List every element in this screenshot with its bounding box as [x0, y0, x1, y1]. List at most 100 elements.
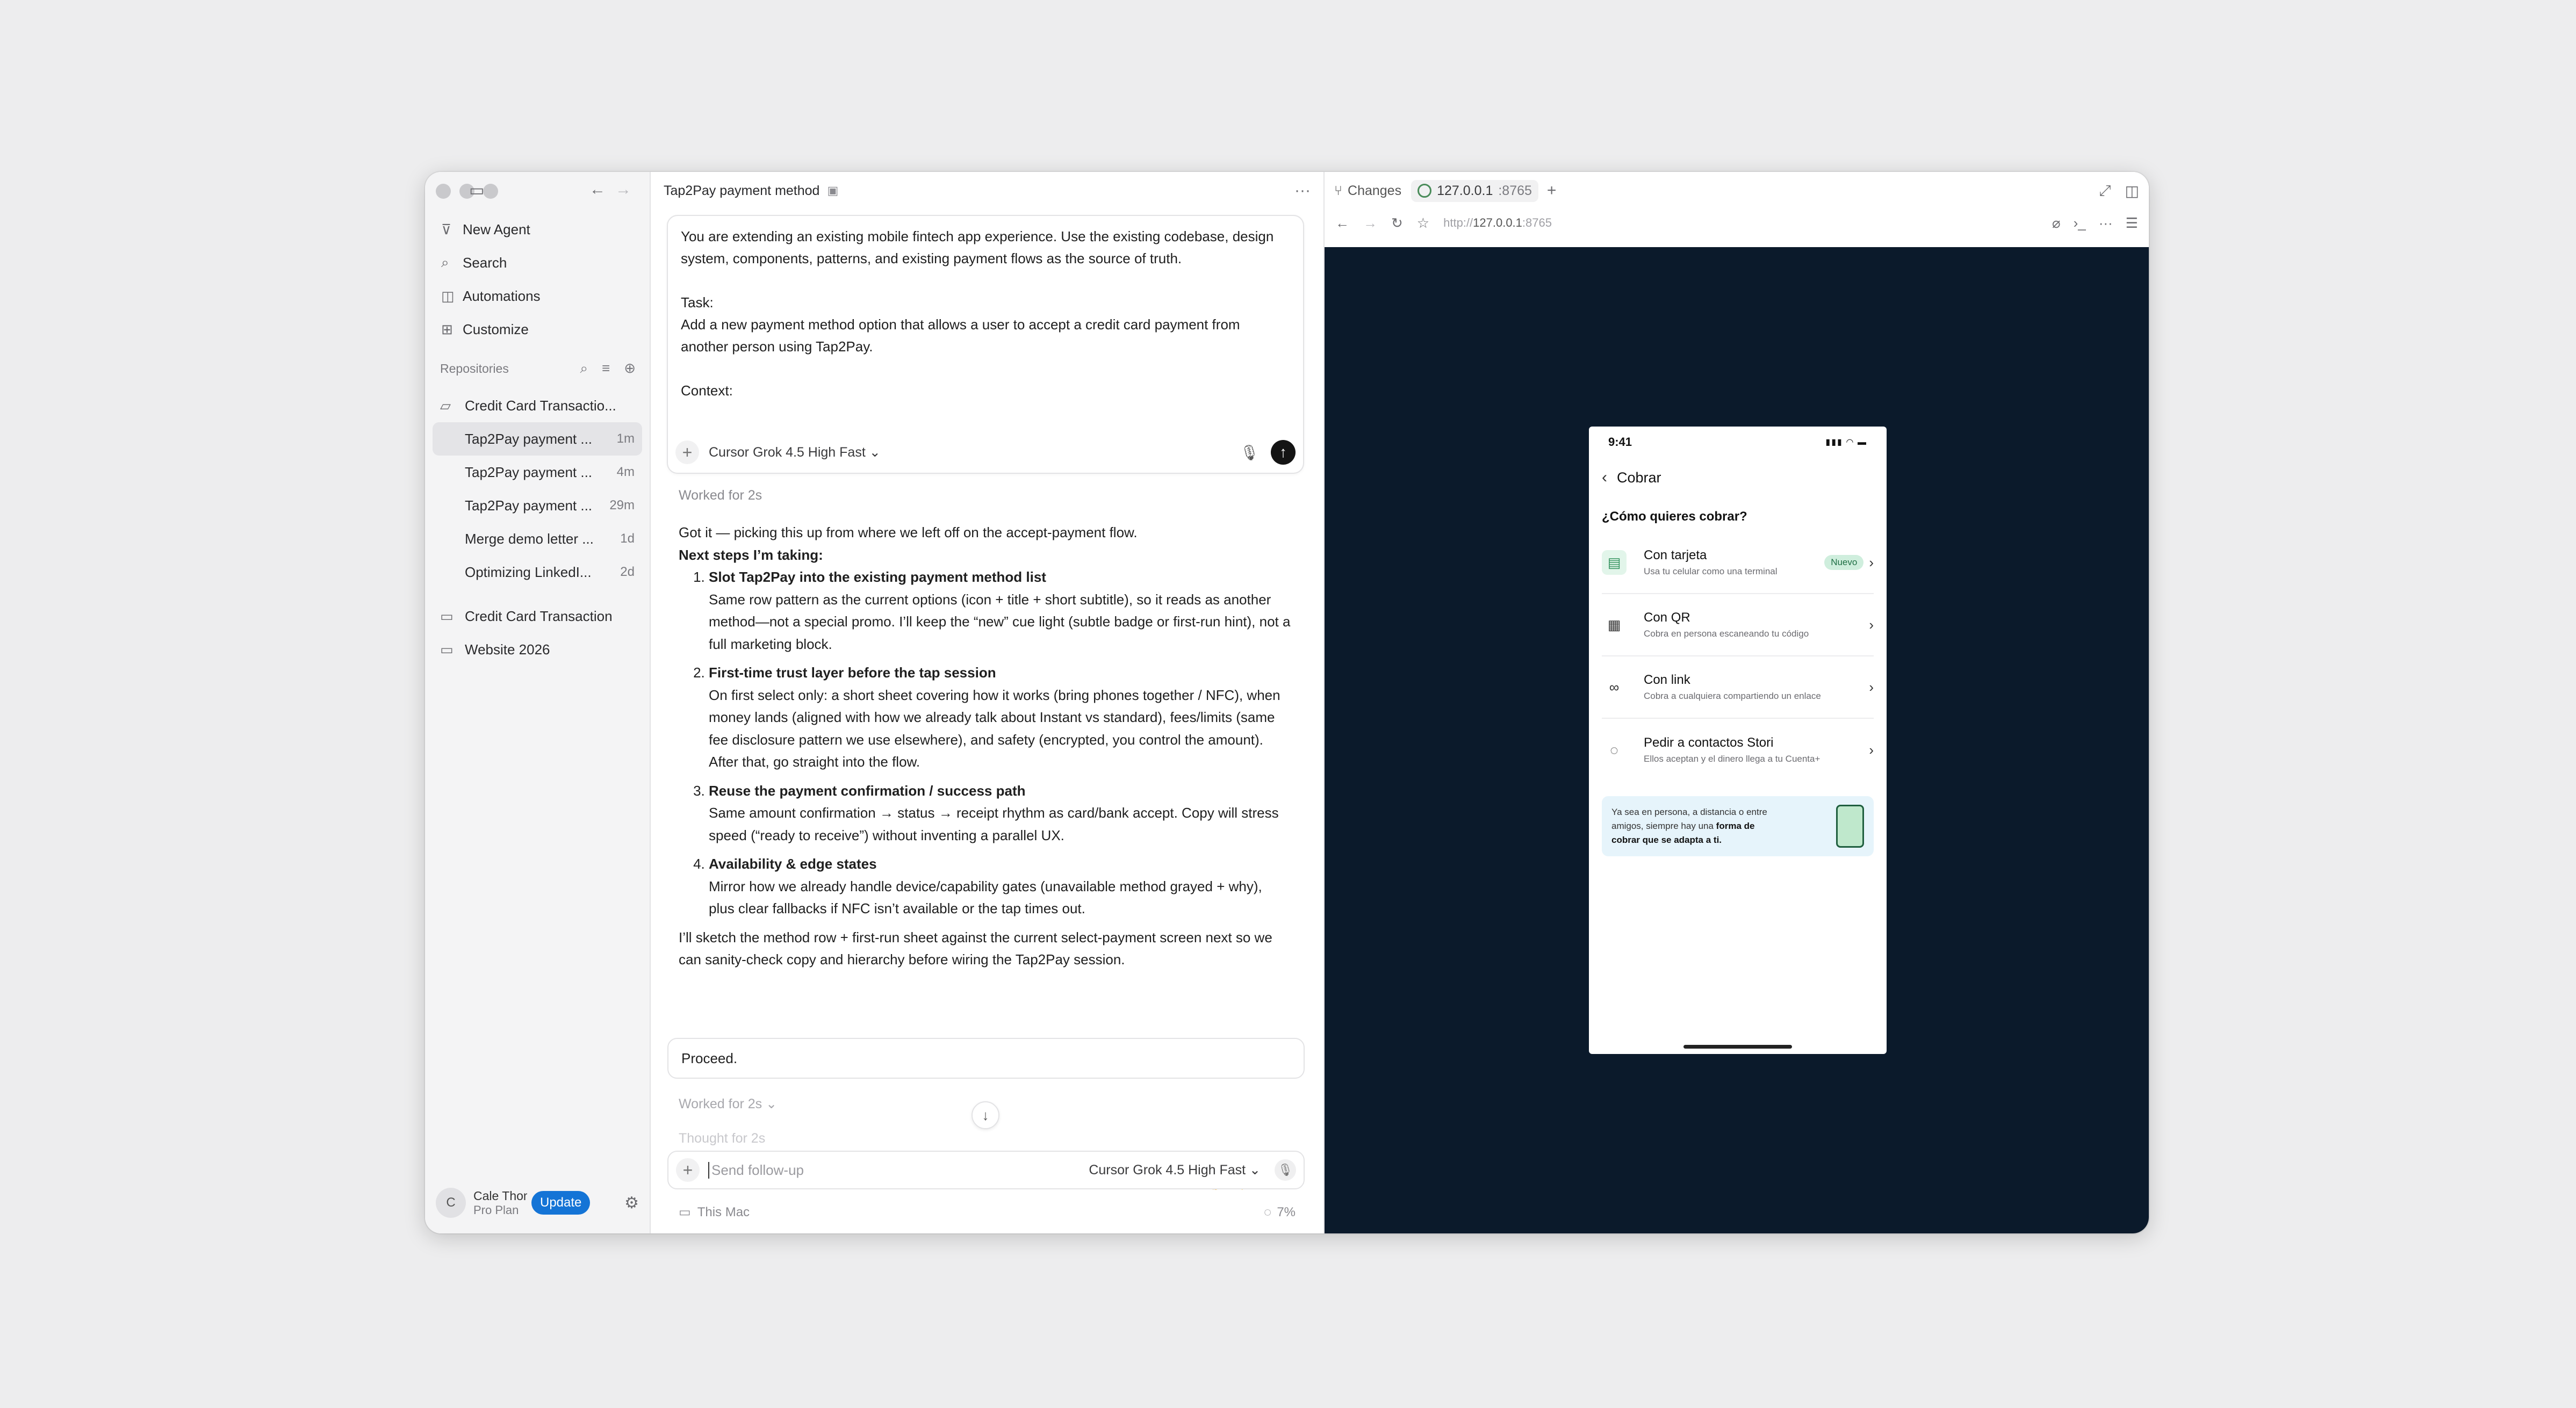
window-controls	[436, 184, 498, 199]
more-options-icon[interactable]: ···	[1294, 182, 1311, 200]
avatar[interactable]: C	[436, 1188, 466, 1218]
chevron-right-icon: ›	[1869, 616, 1874, 633]
url-port: :8765	[1522, 216, 1552, 229]
repo-folder[interactable]: ▭ Website 2026	[433, 633, 642, 666]
microphone-icon[interactable]: 🎙	[1240, 444, 1259, 461]
sidebar-item-search[interactable]: ⌕ Search	[433, 246, 642, 279]
payment-option-contacts[interactable]: ◌ Pedir a contactos Stori Ellos aceptan y…	[1602, 719, 1874, 781]
followup-input[interactable]: Send follow-up	[708, 1161, 804, 1179]
url-prefix: http://	[1443, 216, 1473, 229]
repo-search-icon[interactable]: ⌕	[580, 360, 588, 377]
gear-icon[interactable]: ⚙	[624, 1194, 639, 1212]
sidebar-item-label: New Agent	[463, 221, 530, 237]
back-chevron-icon[interactable]: ‹	[1602, 468, 1607, 487]
option-title: Pedir a contactos Stori	[1644, 735, 1774, 750]
bookmark-star-icon[interactable]: ☆	[1417, 215, 1429, 232]
scroll-down-button[interactable]: ↓	[972, 1101, 999, 1129]
chat-time: 4m	[616, 465, 635, 479]
browser-viewport: 9:41 ▮▮▮ ◠ ▬ ‹ Cobrar ¿Cómo quieres cobr…	[1325, 247, 2149, 1233]
close-window-button[interactable]	[436, 184, 451, 199]
filter-icon[interactable]: ≡	[602, 360, 610, 377]
toggle-sidebar-icon[interactable]: ▭	[469, 183, 484, 199]
sidebar: ▭ ← → ⊽ New Agent ⌕ Search ◫ Automations ⊞ C…	[425, 172, 651, 1233]
archive-icon[interactable]: ▣	[827, 184, 838, 198]
model-selector[interactable]: Cursor Grok 4.5 High Fast ⌄	[709, 444, 881, 460]
sidebar-item-new-agent[interactable]: ⊽ New Agent	[433, 213, 642, 246]
tab-port: :8765	[1498, 183, 1532, 198]
update-button[interactable]: Update	[531, 1191, 591, 1215]
chat-item[interactable]: Optimizing LinkedI... 2d	[433, 555, 642, 589]
option-title: Con link	[1644, 673, 1690, 687]
payment-option-qr[interactable]: ▦ Con QR Cobra en persona escaneando tu c…	[1602, 594, 1874, 656]
agent-response: Got it — picking this up from where we l…	[679, 522, 1291, 971]
option-subtitle: Usa tu celular como una terminal	[1644, 566, 1778, 576]
prompt-editor[interactable]: You are extending an existing mobile fin…	[667, 215, 1304, 474]
zoom-window-button[interactable]	[483, 184, 498, 199]
send-button[interactable]: ↑	[1271, 440, 1296, 465]
sidebar-item-automations[interactable]: ◫ Automations	[433, 279, 642, 313]
chat-title: Tap2Pay payment ...	[465, 464, 593, 480]
phone-header: ‹ Cobrar	[1589, 458, 1887, 497]
step-title: Slot Tap2Pay into the existing payment m…	[709, 569, 1046, 585]
browser-tab-localhost[interactable]: 127.0.0.1:8765	[1411, 179, 1538, 202]
run-location[interactable]: This Mac	[697, 1205, 750, 1220]
back-arrow-icon[interactable]: ←	[589, 182, 606, 198]
add-context-button[interactable]: +	[676, 1158, 700, 1182]
composer-status-bar: ▭ This Mac ◌ 7%	[679, 1204, 1296, 1220]
worked-duration-collapsed[interactable]: Worked for 2s ⌄	[679, 1096, 777, 1112]
new-folder-icon[interactable]: ⊕	[624, 360, 636, 377]
sidebar-nav: ⊽ New Agent ⌕ Search ◫ Automations ⊞ Customi…	[433, 213, 642, 346]
promo-banner: Ya sea en persona, a distancia o entre a…	[1602, 796, 1874, 856]
repo-folder-open[interactable]: ▱ Credit Card Transactio...	[433, 389, 642, 422]
sidebar-item-label: Automations	[463, 287, 541, 304]
payment-option-card[interactable]: ▤ Con tarjeta Usa tu celular como una ter…	[1602, 532, 1874, 594]
context-usage: 7%	[1277, 1204, 1296, 1219]
changes-tab[interactable]: ⑂ Changes	[1334, 183, 1401, 199]
folder-open-icon: ▱	[440, 397, 451, 414]
chat-item[interactable]: Tap2Pay payment ... 4m	[433, 456, 642, 489]
step-body: Mirror how we already handle device/capa…	[709, 878, 1262, 917]
list-icon[interactable]: ☰	[2126, 215, 2138, 232]
pick-element-icon[interactable]: ⌀	[2052, 215, 2061, 232]
new-tab-icon[interactable]: +	[1547, 182, 1557, 200]
chat-item[interactable]: Tap2Pay payment ... 1m	[433, 422, 642, 456]
microphone-icon[interactable]: 🎙	[1275, 1159, 1296, 1181]
list-item: Slot Tap2Pay into the existing payment m…	[709, 566, 1291, 655]
forward-arrow-icon[interactable]: →	[615, 182, 631, 198]
chat-item[interactable]: Tap2Pay payment ... 29m	[433, 489, 642, 522]
context-ring-icon: ◌	[1264, 1204, 1272, 1219]
repo-name: Website 2026	[465, 641, 550, 658]
site-favicon-icon	[1417, 184, 1432, 198]
panel-toggle-icon[interactable]: ◫	[2125, 182, 2139, 200]
card-terminal-icon: ▤	[1602, 550, 1627, 575]
more-options-icon[interactable]: ···	[2099, 215, 2113, 232]
reload-icon[interactable]: ↻	[1391, 215, 1403, 232]
prompt-text[interactable]: You are extending an existing mobile fin…	[668, 216, 1303, 425]
chat-item[interactable]: Merge demo letter ... 1d	[433, 522, 642, 555]
forward-arrow-icon[interactable]: →	[1363, 215, 1377, 232]
add-context-button[interactable]: +	[675, 441, 699, 464]
chat-header: Tap2Pay payment method ▣ ···	[651, 172, 1323, 210]
chat-time: 2d	[620, 565, 635, 579]
repository-list: ▱ Credit Card Transactio... Tap2Pay payme…	[433, 389, 642, 666]
model-selector[interactable]: Cursor Grok 4.5 High Fast ⌄	[1089, 1162, 1261, 1178]
steps-list: Slot Tap2Pay into the existing payment m…	[679, 566, 1291, 920]
list-item: Availability & edge states Mirror how we …	[709, 853, 1291, 920]
back-arrow-icon[interactable]: ←	[1335, 215, 1349, 232]
sidebar-item-label: Search	[463, 254, 507, 271]
sidebar-item-customize[interactable]: ⊞ Customize	[433, 313, 642, 346]
terminal-icon[interactable]: ›_	[2074, 215, 2086, 232]
response-subheading: Next steps I’m taking:	[679, 546, 823, 563]
new-agent-icon: ⊽	[441, 221, 452, 237]
branch-icon: ⑂	[1334, 183, 1343, 198]
address-bar[interactable]: http://127.0.0.1:8765	[1443, 216, 1552, 230]
chat-title-heading: Tap2Pay payment method	[664, 183, 820, 198]
list-item: Reuse the payment confirmation / success…	[709, 780, 1291, 847]
step-body: Same row pattern as the current options …	[709, 591, 1291, 652]
payment-option-link[interactable]: ∞ Con link Cobra a cualquiera compartiend…	[1602, 656, 1874, 719]
expand-icon[interactable]: ⤢	[2099, 182, 2111, 200]
user-account: C Cale Thompson Pro Plan Update ⚙	[436, 1185, 639, 1221]
repo-folder[interactable]: ▭ Credit Card Transaction	[433, 600, 642, 633]
repositories-header: Repositories ⌕ ≡ ⊕	[440, 360, 642, 377]
response-intro: Got it — picking this up from where we l…	[679, 524, 1138, 540]
